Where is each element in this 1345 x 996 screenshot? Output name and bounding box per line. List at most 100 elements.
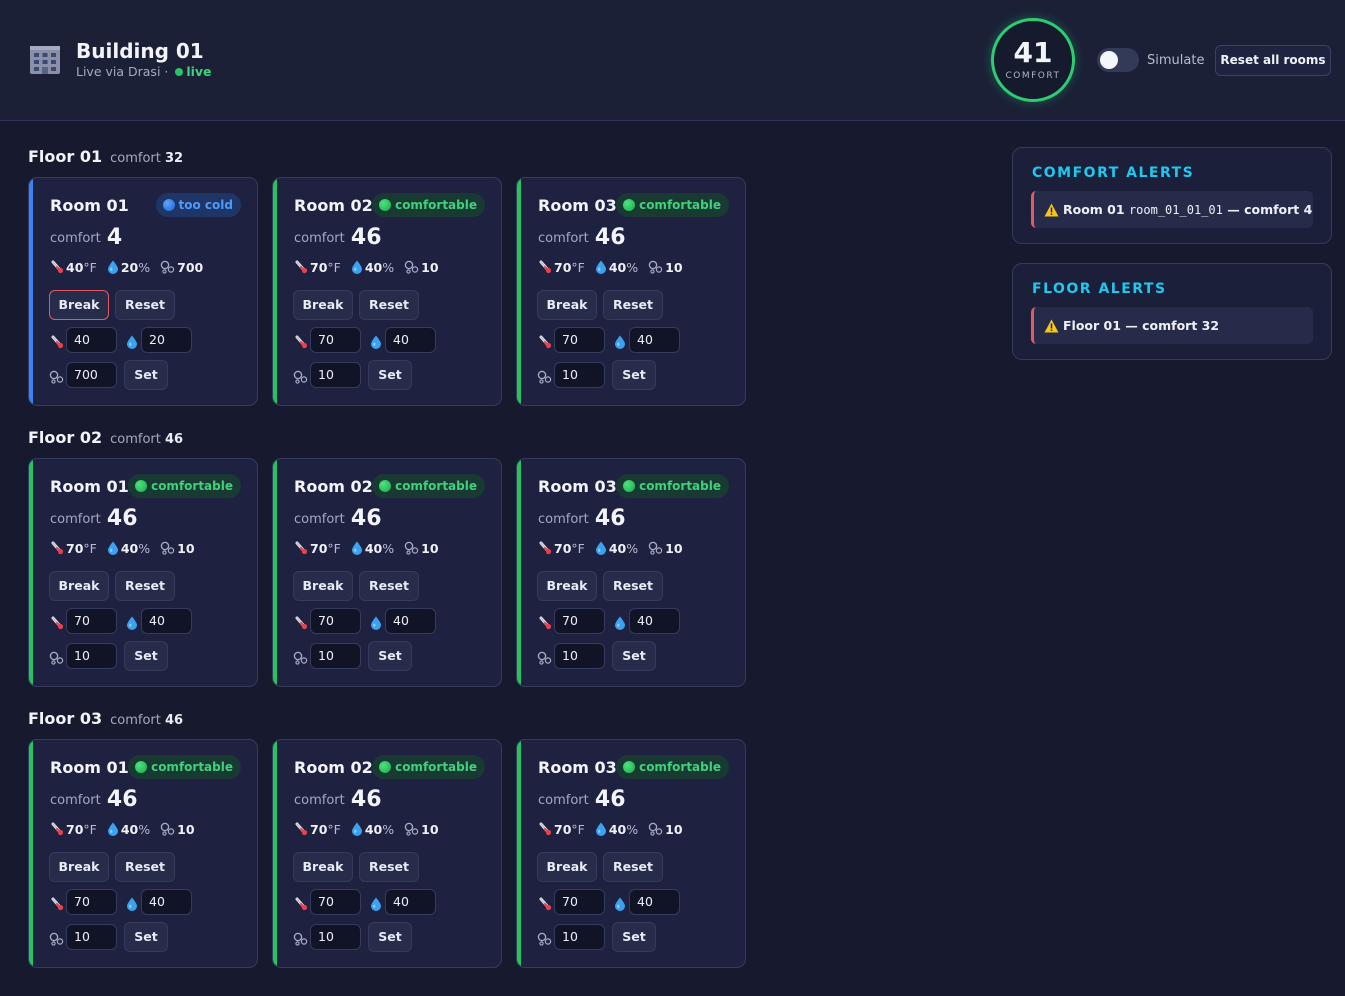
set-button[interactable]: Set [124, 922, 168, 952]
reset-button[interactable]: Reset [603, 571, 663, 601]
droplet-icon [370, 615, 384, 630]
set-button[interactable]: Set [612, 641, 656, 671]
temp-input[interactable]: 70 [554, 889, 605, 915]
building-comfort-gauge: 41 COMFORT [991, 18, 1075, 102]
droplet-icon [614, 615, 628, 630]
reset-button[interactable]: Reset [603, 290, 663, 320]
humidity-input[interactable]: 40 [629, 327, 680, 353]
co2-input[interactable]: 10 [554, 362, 605, 388]
temp-input[interactable]: 70 [66, 608, 117, 634]
room-status-label: too cold [178, 198, 233, 212]
co2-input[interactable]: 10 [554, 924, 605, 950]
break-button[interactable]: Break [49, 852, 109, 882]
temp-input[interactable]: 70 [554, 327, 605, 353]
floor-name: Floor 02 [28, 428, 103, 447]
set-button[interactable]: Set [612, 922, 656, 952]
thermometer-icon [50, 334, 64, 349]
co2-input[interactable]: 10 [554, 643, 605, 669]
room-co2-value: 10 [665, 541, 683, 556]
room-humidity-value: 40 [608, 260, 627, 275]
set-button[interactable]: Set [612, 360, 656, 390]
room-card: Room 02 comfortable comfort 46 70°F 40% 10 Bre… [272, 177, 502, 406]
humidity-input[interactable]: 40 [385, 327, 436, 353]
reset-button[interactable]: Reset [603, 852, 663, 882]
room-temp-value: 70 [66, 822, 84, 837]
room-card: Room 03 comfortable comfort 46 70°F 40% 10 Bre… [516, 458, 746, 687]
co2-icon [648, 541, 663, 558]
room-card: Room 02 comfortable comfort 46 70°F 40% 10 Bre… [272, 458, 502, 687]
thermometer-icon [50, 260, 64, 277]
reset-button[interactable]: Reset [115, 290, 175, 320]
thermometer-icon [294, 334, 308, 349]
droplet-icon [614, 334, 628, 349]
droplet-icon [126, 896, 140, 911]
room-status-label: comfortable [639, 760, 721, 774]
room-status-stripe [273, 459, 277, 686]
alert-comfort-text: — comfort 4 [1227, 202, 1313, 217]
comfort-alert-item[interactable]: Room 01 room_01_01_01 — comfort 4 [1031, 191, 1313, 228]
room-status-badge: comfortable [372, 474, 485, 498]
droplet-icon [126, 334, 140, 349]
subtitle-text: Live via Drasi · [76, 64, 169, 79]
co2-icon [293, 369, 308, 384]
simulate-toggle[interactable] [1097, 48, 1139, 72]
break-button[interactable]: Break [49, 290, 109, 320]
co2-input[interactable]: 10 [310, 924, 361, 950]
break-button[interactable]: Break [537, 290, 597, 320]
co2-icon [49, 931, 64, 946]
room-comfort-label: comfort [538, 512, 589, 527]
room-temp-unit: °F [571, 822, 585, 837]
room-temp-unit: °F [83, 541, 97, 556]
co2-input[interactable]: 700 [66, 362, 117, 388]
break-button[interactable]: Break [293, 852, 353, 882]
humidity-input[interactable]: 40 [141, 889, 192, 915]
humidity-input[interactable]: 40 [385, 608, 436, 634]
temp-input[interactable]: 40 [66, 327, 117, 353]
co2-icon [49, 650, 64, 665]
set-button[interactable]: Set [368, 922, 412, 952]
co2-icon [293, 650, 308, 665]
humidity-input[interactable]: 20 [141, 327, 192, 353]
break-button[interactable]: Break [293, 571, 353, 601]
break-button[interactable]: Break [49, 571, 109, 601]
co2-input[interactable]: 10 [66, 643, 117, 669]
temp-input[interactable]: 70 [66, 889, 117, 915]
set-button[interactable]: Set [368, 360, 412, 390]
room-comfort: comfort 46 [294, 225, 382, 250]
co2-input[interactable]: 10 [66, 924, 117, 950]
thermometer-icon [50, 822, 64, 839]
set-button[interactable]: Set [124, 360, 168, 390]
room-status-stripe [29, 459, 33, 686]
room-card: Room 03 comfortable comfort 46 70°F 40% 10 Bre… [516, 177, 746, 406]
co2-input[interactable]: 10 [310, 362, 361, 388]
reset-button[interactable]: Reset [359, 852, 419, 882]
temp-input[interactable]: 70 [554, 608, 605, 634]
temp-input[interactable]: 70 [310, 889, 361, 915]
set-button[interactable]: Set [368, 641, 412, 671]
reset-all-rooms-button[interactable]: Reset all rooms [1215, 45, 1331, 76]
reset-button[interactable]: Reset [115, 852, 175, 882]
humidity-input[interactable]: 40 [629, 608, 680, 634]
break-button[interactable]: Break [537, 571, 597, 601]
room-co2-value: 10 [421, 822, 439, 837]
reset-button[interactable]: Reset [359, 290, 419, 320]
temp-input[interactable]: 70 [310, 327, 361, 353]
break-button[interactable]: Break [537, 852, 597, 882]
temp-input[interactable]: 70 [310, 608, 361, 634]
room-comfort-label: comfort [50, 793, 101, 808]
humidity-input[interactable]: 40 [629, 889, 680, 915]
set-button[interactable]: Set [124, 641, 168, 671]
top-bar: Building 01 Live via Drasi · live 41 COM… [0, 0, 1345, 121]
reset-button[interactable]: Reset [115, 571, 175, 601]
room-co2-value: 700 [177, 260, 204, 275]
floor-alert-item[interactable]: Floor 01 — comfort 32 [1031, 307, 1313, 344]
break-button[interactable]: Break [293, 290, 353, 320]
co2-icon [293, 931, 308, 946]
room-status-badge: comfortable [372, 193, 485, 217]
building-icon [30, 46, 60, 74]
humidity-input[interactable]: 40 [141, 608, 192, 634]
reset-button[interactable]: Reset [359, 571, 419, 601]
humidity-input[interactable]: 40 [385, 889, 436, 915]
co2-input[interactable]: 10 [310, 643, 361, 669]
thermometer-icon [538, 822, 552, 839]
